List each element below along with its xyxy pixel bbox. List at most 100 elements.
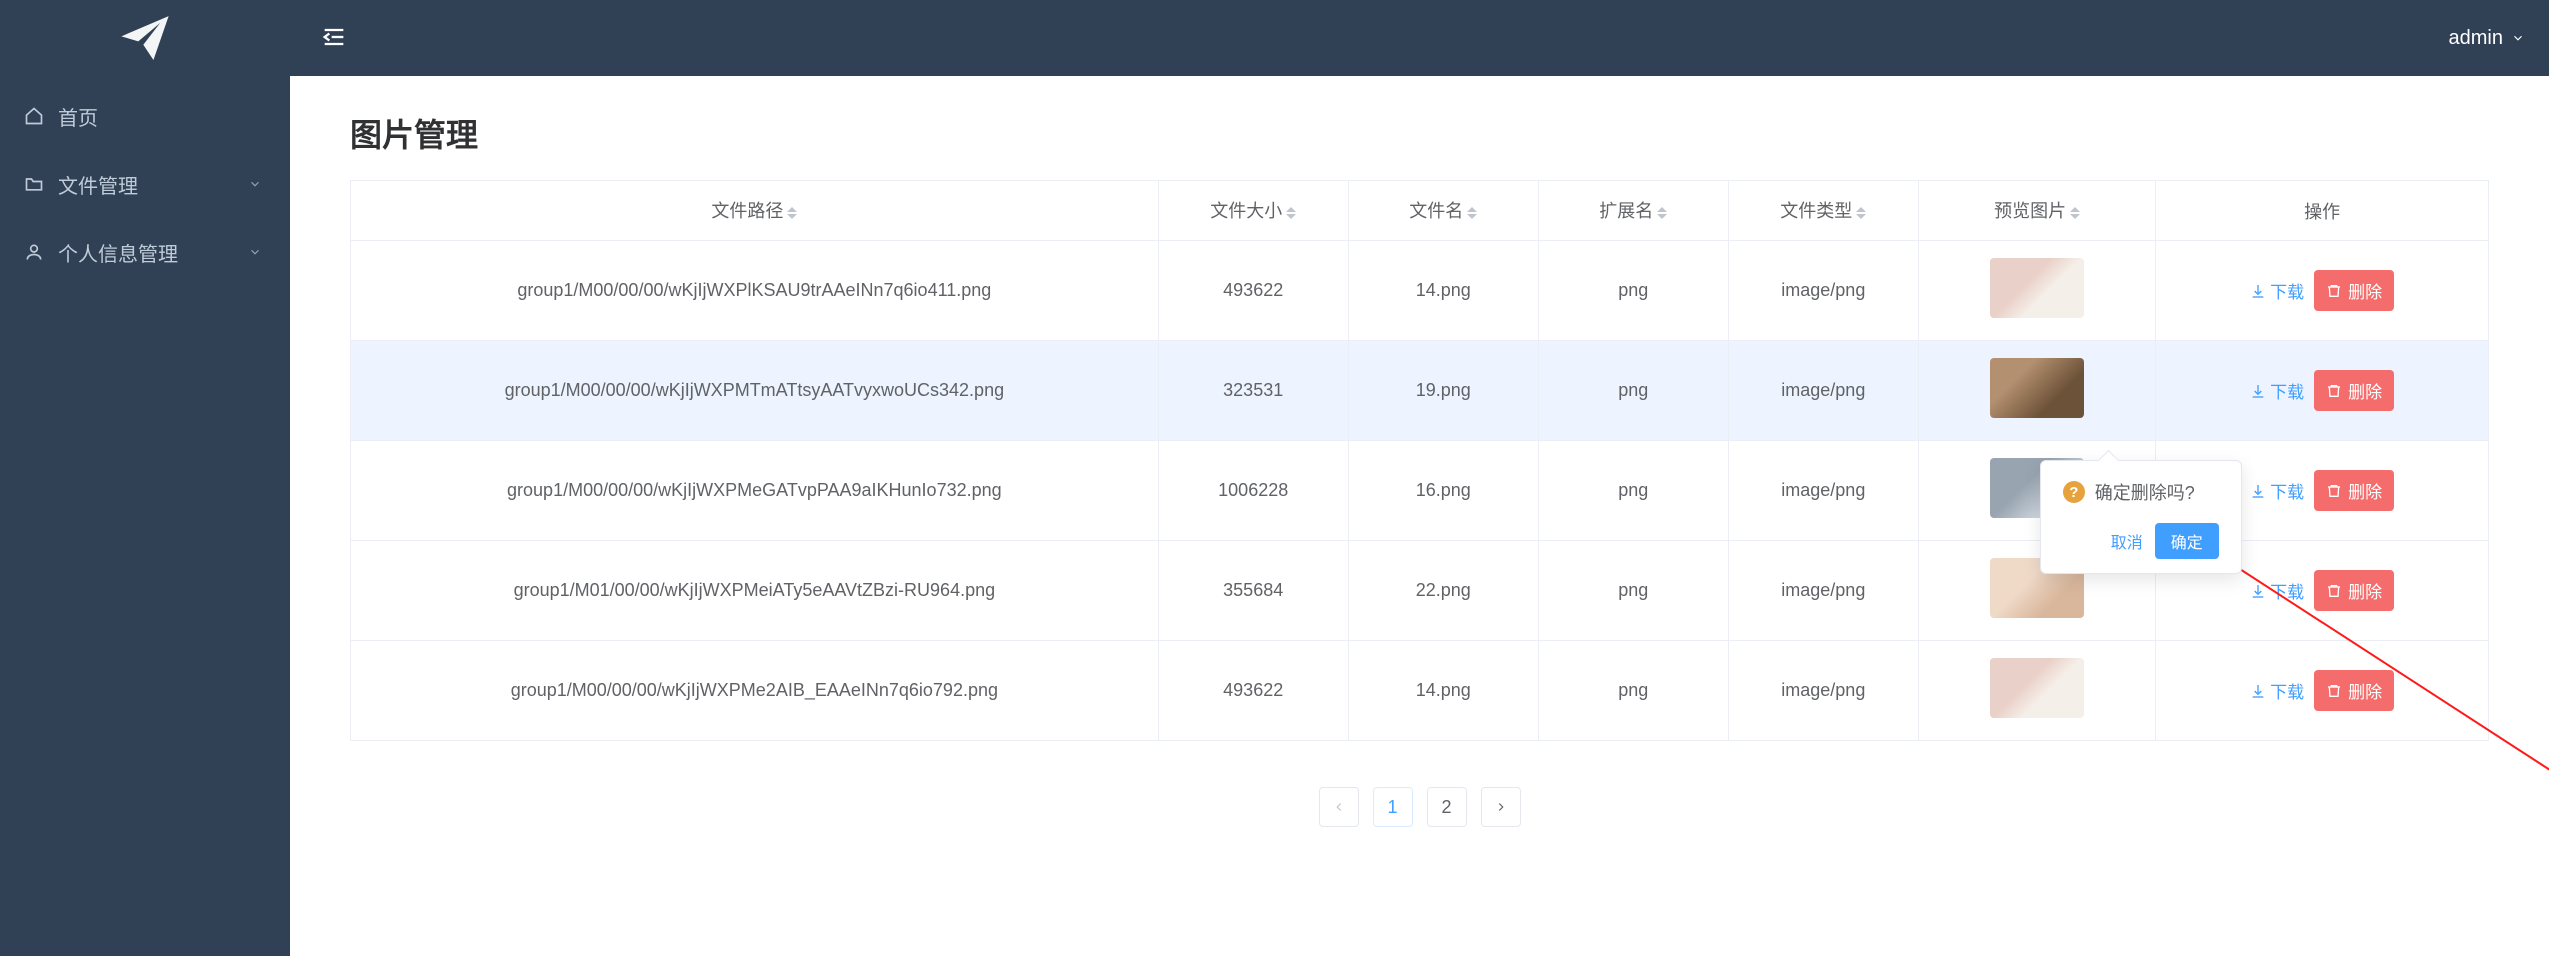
cell-ext: png [1538, 241, 1728, 341]
col-header-ops: 操作 [2156, 181, 2489, 241]
confirm-text: 确定删除吗? [2095, 479, 2195, 505]
user-icon [24, 242, 44, 262]
cell-path: group1/M00/00/00/wKjIjWXPMTmATtsyAATvyxw… [351, 341, 1159, 441]
download-button[interactable]: 下载 [2250, 478, 2304, 503]
cell-ops: 下载删除 [2156, 241, 2489, 341]
thumbnail-image[interactable] [1990, 358, 2084, 418]
cell-ops: 下载删除 [2156, 641, 2489, 741]
cell-ext: png [1538, 641, 1728, 741]
cell-name: 19.png [1348, 341, 1538, 441]
cell-thumb [1918, 241, 2156, 341]
sidebar-item-home[interactable]: 首页 [0, 82, 290, 150]
delete-button[interactable]: 删除 [2314, 670, 2394, 711]
cell-size: 493622 [1158, 241, 1348, 341]
cell-type: image/png [1728, 641, 1918, 741]
cell-name: 22.png [1348, 541, 1538, 641]
sidebar-collapse-button[interactable] [320, 23, 348, 54]
cell-path: group1/M00/00/00/wKjIjWXPMe2AIB_EAAeINn7… [351, 641, 1159, 741]
sort-icon [1657, 202, 1667, 224]
cell-size: 1006228 [1158, 441, 1348, 541]
chevron-down-icon [2511, 31, 2525, 45]
cell-path: group1/M00/00/00/wKjIjWXPlKSAU9trAAeINn7… [351, 241, 1159, 341]
download-button[interactable]: 下载 [2250, 678, 2304, 703]
folder-icon [24, 174, 44, 194]
thumbnail-image[interactable] [1990, 258, 2084, 318]
chevron-down-icon [248, 245, 262, 259]
pager-next-button[interactable] [1481, 787, 1521, 827]
cell-path: group1/M01/00/00/wKjIjWXPMeiATy5eAAVtZBz… [351, 541, 1159, 641]
cell-ext: png [1538, 541, 1728, 641]
trash-icon [2326, 483, 2342, 499]
download-icon [2250, 483, 2266, 499]
delete-button[interactable]: 删除 [2314, 470, 2394, 511]
content: 图片管理 文件路径 文件大小 文件名 扩展名 文件类型 预览图片 操作 [290, 76, 2549, 956]
cell-type: image/png [1728, 441, 1918, 541]
cell-type: image/png [1728, 241, 1918, 341]
pager-prev-button[interactable] [1319, 787, 1359, 827]
cell-name: 14.png [1348, 641, 1538, 741]
sidebar: 首页 文件管理 个人信息管理 [0, 0, 290, 956]
col-header-name[interactable]: 文件名 [1348, 181, 1538, 241]
download-button[interactable]: 下载 [2250, 578, 2304, 603]
delete-button[interactable]: 删除 [2314, 270, 2394, 311]
delete-button[interactable]: 删除 [2314, 570, 2394, 611]
paper-plane-icon [118, 11, 172, 65]
chevron-left-icon [1332, 800, 1346, 814]
thumbnail-image[interactable] [1990, 658, 2084, 718]
delete-confirm-popover: ? 确定删除吗? 取消 确定 [2040, 460, 2242, 574]
cell-ext: png [1538, 441, 1728, 541]
sort-icon [2070, 202, 2080, 224]
download-icon [2250, 283, 2266, 299]
pager-page-1[interactable]: 1 [1373, 787, 1413, 827]
logo [0, 0, 290, 76]
main: admin 图片管理 文件路径 文件大小 文件名 扩展名 文件类型 [290, 0, 2549, 956]
col-header-type[interactable]: 文件类型 [1728, 181, 1918, 241]
download-icon [2250, 683, 2266, 699]
trash-icon [2326, 283, 2342, 299]
chevron-down-icon [248, 177, 262, 191]
cell-type: image/png [1728, 541, 1918, 641]
cell-path: group1/M00/00/00/wKjIjWXPMeGATvpPAA9aIKH… [351, 441, 1159, 541]
confirm-cancel-button[interactable]: 取消 [2107, 523, 2147, 559]
pagination: 1 2 [350, 741, 2489, 873]
cell-name: 16.png [1348, 441, 1538, 541]
trash-icon [2326, 683, 2342, 699]
user-menu[interactable]: admin [2449, 27, 2525, 50]
sort-icon [787, 202, 797, 224]
download-icon [2250, 583, 2266, 599]
cell-thumb [1918, 641, 2156, 741]
delete-button[interactable]: 删除 [2314, 370, 2394, 411]
sort-icon [1467, 202, 1477, 224]
sidebar-item-file-manage[interactable]: 文件管理 [0, 150, 290, 218]
confirm-ok-button[interactable]: 确定 [2155, 523, 2219, 559]
col-header-thumb[interactable]: 预览图片 [1918, 181, 2156, 241]
pager-page-2[interactable]: 2 [1427, 787, 1467, 827]
cell-size: 355684 [1158, 541, 1348, 641]
question-icon: ? [2063, 481, 2085, 503]
trash-icon [2326, 583, 2342, 599]
table-row: group1/M00/00/00/wKjIjWXPMe2AIB_EAAeINn7… [351, 641, 2489, 741]
table-row: group1/M00/00/00/wKjIjWXPMTmATtsyAATvyxw… [351, 341, 2489, 441]
sidebar-item-label: 个人信息管理 [58, 238, 248, 267]
download-button[interactable]: 下载 [2250, 278, 2304, 303]
collapse-icon [320, 23, 348, 51]
table-header-row: 文件路径 文件大小 文件名 扩展名 文件类型 预览图片 操作 [351, 181, 2489, 241]
sort-icon [1286, 202, 1296, 224]
download-button[interactable]: 下载 [2250, 378, 2304, 403]
sidebar-menu: 首页 文件管理 个人信息管理 [0, 76, 290, 286]
page-title: 图片管理 [350, 110, 2489, 156]
sort-icon [1856, 202, 1866, 224]
col-header-ext[interactable]: 扩展名 [1538, 181, 1728, 241]
trash-icon [2326, 383, 2342, 399]
sidebar-item-profile-manage[interactable]: 个人信息管理 [0, 218, 290, 286]
col-header-path[interactable]: 文件路径 [351, 181, 1159, 241]
header: admin [290, 0, 2549, 76]
table-row: group1/M00/00/00/wKjIjWXPlKSAU9trAAeINn7… [351, 241, 2489, 341]
cell-thumb [1918, 341, 2156, 441]
col-header-size[interactable]: 文件大小 [1158, 181, 1348, 241]
download-icon [2250, 383, 2266, 399]
chevron-right-icon [1494, 800, 1508, 814]
sidebar-item-label: 文件管理 [58, 170, 248, 199]
table-wrap: 文件路径 文件大小 文件名 扩展名 文件类型 预览图片 操作 group1/M0… [350, 180, 2489, 741]
cell-size: 323531 [1158, 341, 1348, 441]
